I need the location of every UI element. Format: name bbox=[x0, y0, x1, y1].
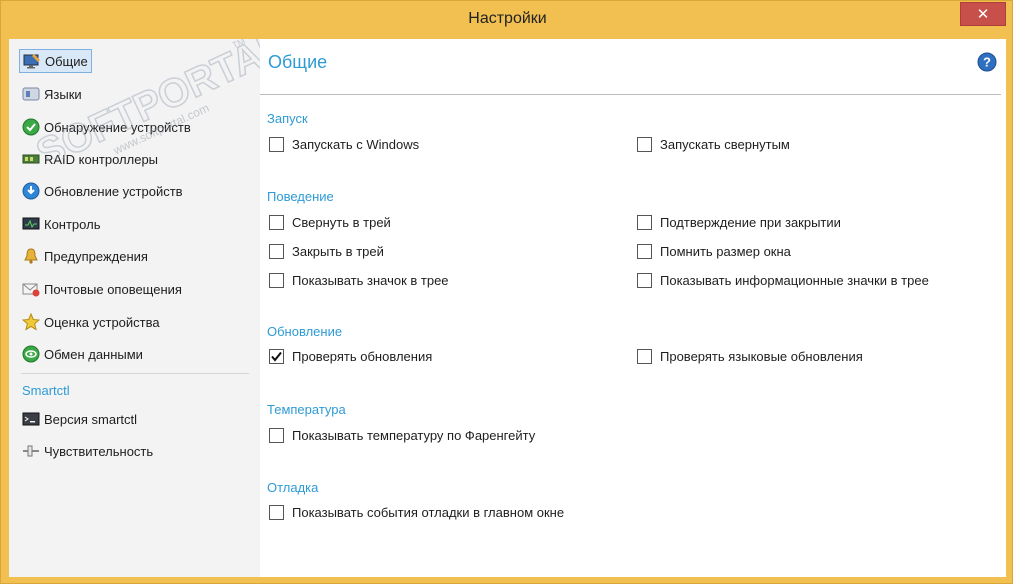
sidebar-item-label: Контроль bbox=[44, 216, 101, 232]
sidebar-item-control[interactable]: Контроль bbox=[19, 212, 103, 236]
content-panel: Общие ? Запуск Запускать с Windows Запус… bbox=[260, 39, 1006, 577]
settings-window: Настройки ✕ Общие Языки Обнаружение устр… bbox=[0, 0, 1013, 584]
monitor-settings-icon bbox=[22, 52, 42, 70]
option-label: Показывать события отладки в главном окн… bbox=[292, 504, 565, 520]
sidebar-item-general[interactable]: Общие bbox=[19, 49, 92, 73]
header-divider bbox=[260, 94, 1001, 95]
sidebar-item-label: Оценка устройства bbox=[44, 314, 160, 330]
terminal-icon bbox=[21, 410, 41, 428]
sidebar-group-smartctl: Smartctl bbox=[22, 383, 70, 398]
option-close-to-tray[interactable]: Закрыть в трей bbox=[269, 242, 384, 260]
sidebar-item-device-rating[interactable]: Оценка устройства bbox=[19, 310, 163, 334]
option-remember-window-size[interactable]: Помнить размер окна bbox=[637, 242, 791, 260]
option-label: Показывать температуру по Фаренгейту bbox=[292, 427, 536, 443]
option-show-debug-events[interactable]: Показывать события отладки в главном окн… bbox=[269, 503, 564, 521]
bell-icon bbox=[21, 247, 41, 265]
sidebar-item-warnings[interactable]: Предупреждения bbox=[19, 244, 151, 268]
option-label: Проверять обновления bbox=[292, 348, 433, 364]
option-fahrenheit[interactable]: Показывать температуру по Фаренгейту bbox=[269, 426, 535, 444]
sidebar-item-mail-alerts[interactable]: Почтовые оповещения bbox=[19, 277, 185, 301]
sidebar-item-smartctl-version[interactable]: Версия smartctl bbox=[19, 407, 140, 431]
monitor-icon bbox=[21, 215, 41, 233]
checkbox[interactable] bbox=[637, 214, 652, 230]
checkbox[interactable] bbox=[269, 214, 284, 230]
checkbox[interactable] bbox=[269, 272, 284, 288]
sidebar-item-label: Предупреждения bbox=[44, 248, 148, 264]
section-startup-title: Запуск bbox=[267, 111, 308, 126]
section-update-title: Обновление bbox=[267, 324, 343, 339]
option-label: Помнить размер окна bbox=[660, 243, 791, 259]
option-label: Проверять языковые обновления bbox=[660, 348, 863, 364]
checkbox[interactable] bbox=[637, 272, 652, 288]
device-update-icon bbox=[21, 182, 41, 200]
checkbox[interactable] bbox=[269, 243, 284, 259]
option-start-with-windows[interactable]: Запускать с Windows bbox=[269, 135, 419, 153]
checkbox[interactable] bbox=[637, 136, 652, 152]
device-detect-icon bbox=[21, 118, 41, 136]
svg-text:?: ? bbox=[983, 55, 991, 70]
option-label: Запускать с Windows bbox=[292, 136, 420, 152]
sidebar-item-label: Чувствительность bbox=[44, 443, 154, 459]
sidebar-item-raid[interactable]: RAID контроллеры bbox=[19, 147, 161, 171]
option-label: Показывать значок в трее bbox=[292, 272, 449, 288]
watermark-tm: TM bbox=[231, 39, 247, 50]
mail-icon bbox=[21, 280, 41, 298]
sidebar-item-device-detection[interactable]: Обнаружение устройств bbox=[19, 115, 194, 139]
sidebar-item-label: Версия smartctl bbox=[44, 411, 138, 427]
section-debug-title: Отладка bbox=[267, 480, 319, 495]
sidebar-item-sensitivity[interactable]: Чувствительность bbox=[19, 439, 156, 463]
checkmark-icon bbox=[271, 351, 282, 362]
title-bar[interactable]: Настройки ✕ bbox=[1, 1, 1013, 39]
checkbox-checked[interactable] bbox=[269, 348, 284, 364]
option-minimize-to-tray[interactable]: Свернуть в трей bbox=[269, 213, 391, 231]
option-show-tray-icon[interactable]: Показывать значок в трее bbox=[269, 271, 449, 289]
sidebar-item-label: Обмен данными bbox=[44, 346, 143, 362]
close-icon: ✕ bbox=[976, 6, 990, 23]
sidebar-item-label: Обнаружение устройств bbox=[44, 119, 191, 135]
option-start-minimized[interactable]: Запускать свернутым bbox=[637, 135, 790, 153]
sidebar-item-label: RAID контроллеры bbox=[44, 151, 159, 167]
data-exchange-icon bbox=[21, 345, 41, 363]
option-show-info-tray-icons[interactable]: Показывать информационные значки в трее bbox=[637, 271, 929, 289]
sidebar-divider bbox=[21, 373, 249, 374]
checkbox[interactable] bbox=[269, 504, 284, 520]
language-icon bbox=[21, 85, 41, 103]
sidebar-item-label: Обновление устройств bbox=[44, 183, 183, 199]
section-behavior-title: Поведение bbox=[267, 189, 334, 204]
sidebar-item-languages[interactable]: Языки bbox=[19, 82, 85, 106]
option-label: Подтверждение при закрытии bbox=[660, 214, 841, 230]
window-title: Настройки bbox=[468, 10, 547, 27]
option-label: Свернуть в трей bbox=[292, 214, 391, 230]
option-check-updates[interactable]: Проверять обновления bbox=[269, 347, 432, 365]
sidebar-item-label: Общие bbox=[45, 53, 88, 69]
sidebar-item-device-update[interactable]: Обновление устройств bbox=[19, 179, 186, 203]
checkbox[interactable] bbox=[269, 427, 284, 443]
page-title: Общие bbox=[268, 52, 328, 72]
slider-icon bbox=[21, 442, 41, 460]
checkbox[interactable] bbox=[269, 136, 284, 152]
option-label: Показывать информационные значки в трее bbox=[660, 272, 929, 288]
star-icon bbox=[21, 313, 41, 331]
section-temperature-title: Температура bbox=[267, 402, 346, 417]
sidebar-item-label: Языки bbox=[44, 86, 82, 102]
close-button[interactable]: ✕ bbox=[960, 2, 1006, 26]
sidebar-item-data-exchange[interactable]: Обмен данными bbox=[19, 342, 146, 366]
option-label: Запускать свернутым bbox=[660, 136, 790, 152]
checkbox[interactable] bbox=[637, 348, 652, 364]
client-area: Общие Языки Обнаружение устройств RAID к… bbox=[9, 39, 1006, 577]
sidebar: Общие Языки Обнаружение устройств RAID к… bbox=[9, 39, 275, 577]
help-icon[interactable]: ? bbox=[977, 52, 997, 72]
sidebar-item-label: Почтовые оповещения bbox=[44, 281, 182, 297]
option-confirm-close[interactable]: Подтверждение при закрытии bbox=[637, 213, 841, 231]
raid-icon bbox=[21, 150, 41, 168]
option-label: Закрыть в трей bbox=[292, 243, 384, 259]
option-check-language-updates[interactable]: Проверять языковые обновления bbox=[637, 347, 863, 365]
checkbox[interactable] bbox=[637, 243, 652, 259]
